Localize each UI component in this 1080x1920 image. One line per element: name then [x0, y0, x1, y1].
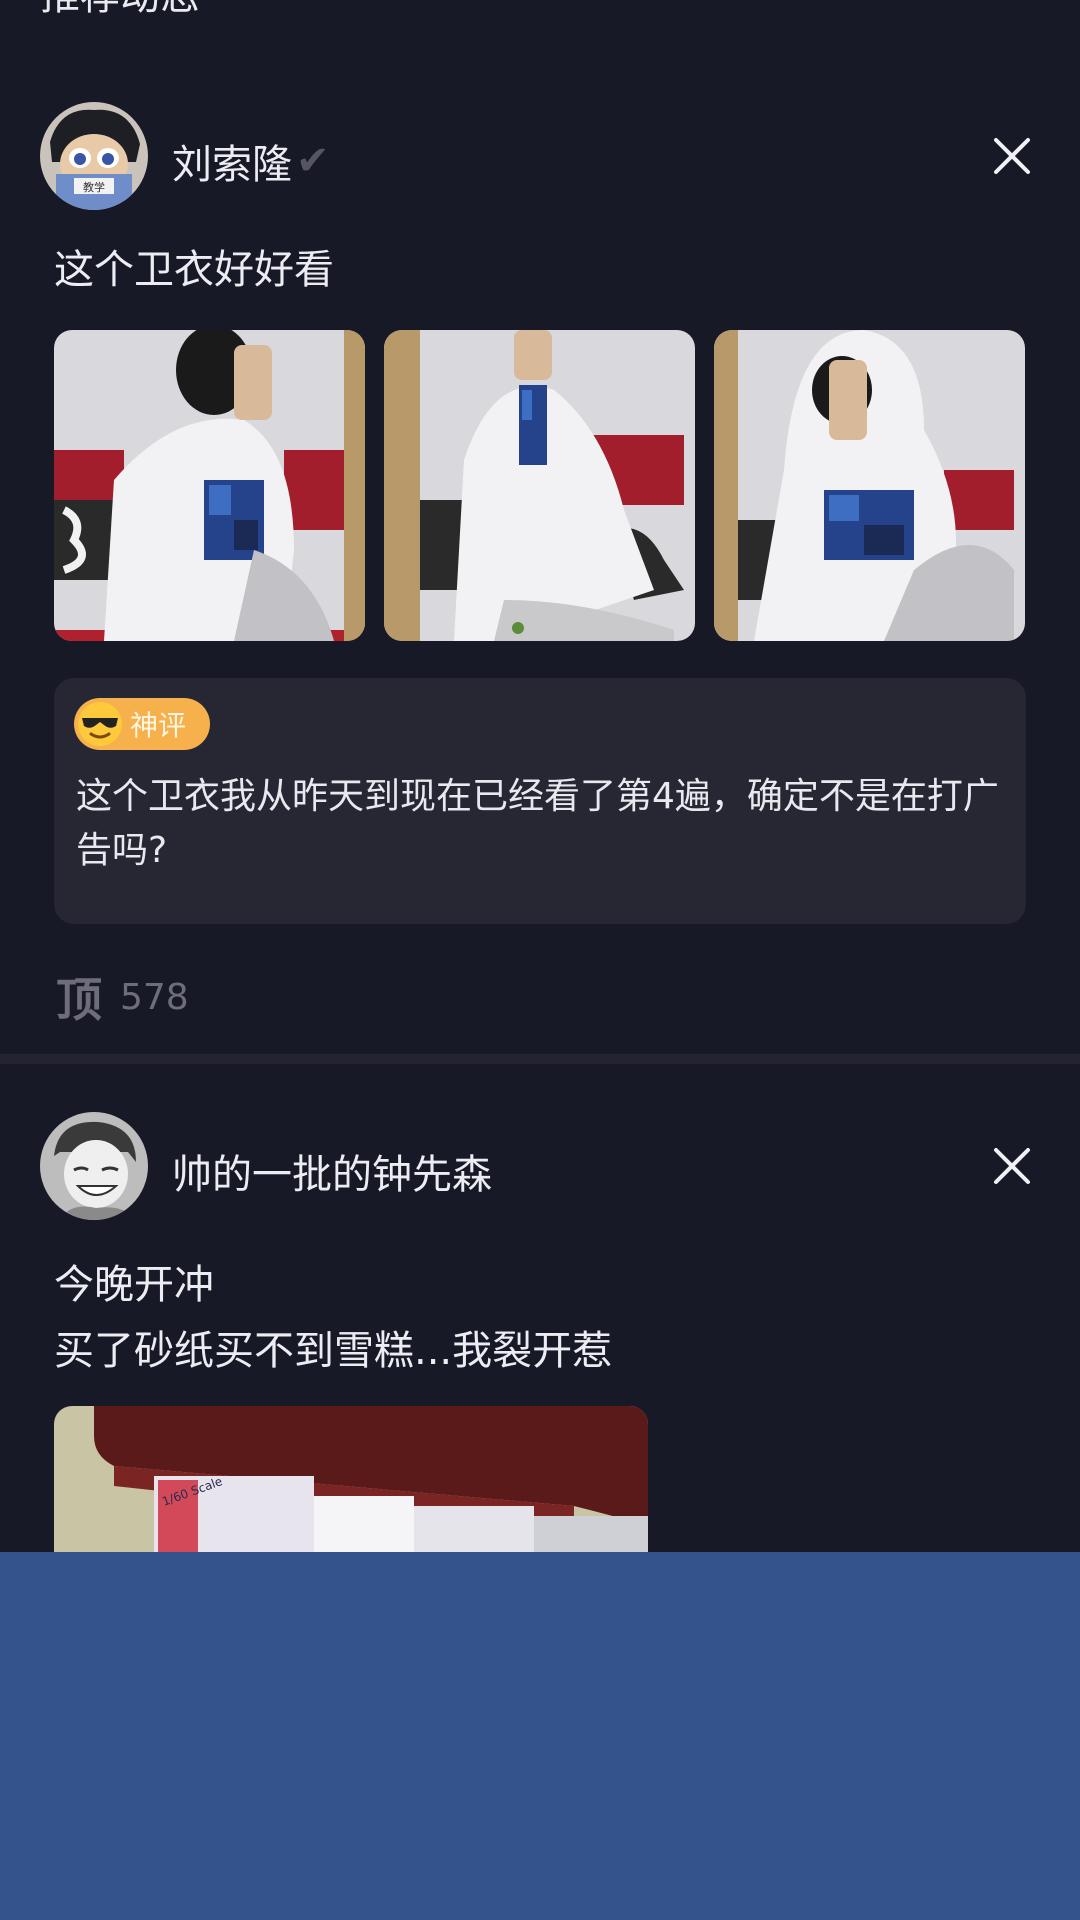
like-count: 578 [120, 976, 189, 1018]
post-text: 今晚开冲 买了砂纸买不到雪糕...我裂开惹 [54, 1252, 612, 1384]
close-icon[interactable] [982, 1136, 1042, 1196]
god-comment-badge: 神评 [74, 698, 210, 750]
username-text: 刘索隆 [172, 142, 292, 188]
god-comment-card[interactable]: 神评 这个卫衣我从昨天到现在已经看了第4遍，确定不是在打广告吗? [54, 678, 1026, 924]
post-header: 教学 刘索隆 ✔ [40, 102, 1040, 210]
svg-text:教学: 教学 [83, 180, 105, 194]
post-text: 这个卫衣好好看 [54, 242, 334, 298]
post-text-line: 今晚开冲 [54, 1262, 214, 1308]
hoodie-photo-3[interactable] [714, 330, 1025, 641]
post-text-line: 买了砂纸买不到雪糕...我裂开惹 [54, 1328, 613, 1374]
check-icon: ✔ [296, 138, 330, 184]
username[interactable]: 刘索隆 ✔ [172, 132, 330, 190]
image-grid [54, 330, 1025, 641]
username[interactable]: 帅的一批的钟先森 [172, 1142, 492, 1200]
avatar[interactable]: 教学 [40, 102, 148, 210]
god-comment-badge-label: 神评 [130, 709, 187, 742]
post-header: 帅的一批的钟先森 [40, 1112, 1040, 1220]
like-button[interactable]: 顶 578 [56, 964, 189, 1030]
sunglasses-emoji-icon [78, 702, 122, 746]
post-divider [0, 1054, 1080, 1064]
username-text: 帅的一批的钟先森 [172, 1152, 492, 1198]
section-title: 推荐动态 [40, 0, 200, 16]
post-text-line: 这个卫衣好好看 [54, 247, 334, 293]
bottom-overlay-panel [0, 1552, 1080, 1920]
like-icon: 顶 [56, 973, 102, 1027]
avatar[interactable] [40, 1112, 148, 1220]
hoodie-photo-1[interactable] [54, 330, 365, 641]
hoodie-photo-2[interactable] [384, 330, 695, 641]
god-comment-text: 这个卫衣我从昨天到现在已经看了第4遍，确定不是在打广告吗? [76, 776, 999, 871]
close-icon[interactable] [982, 126, 1042, 186]
